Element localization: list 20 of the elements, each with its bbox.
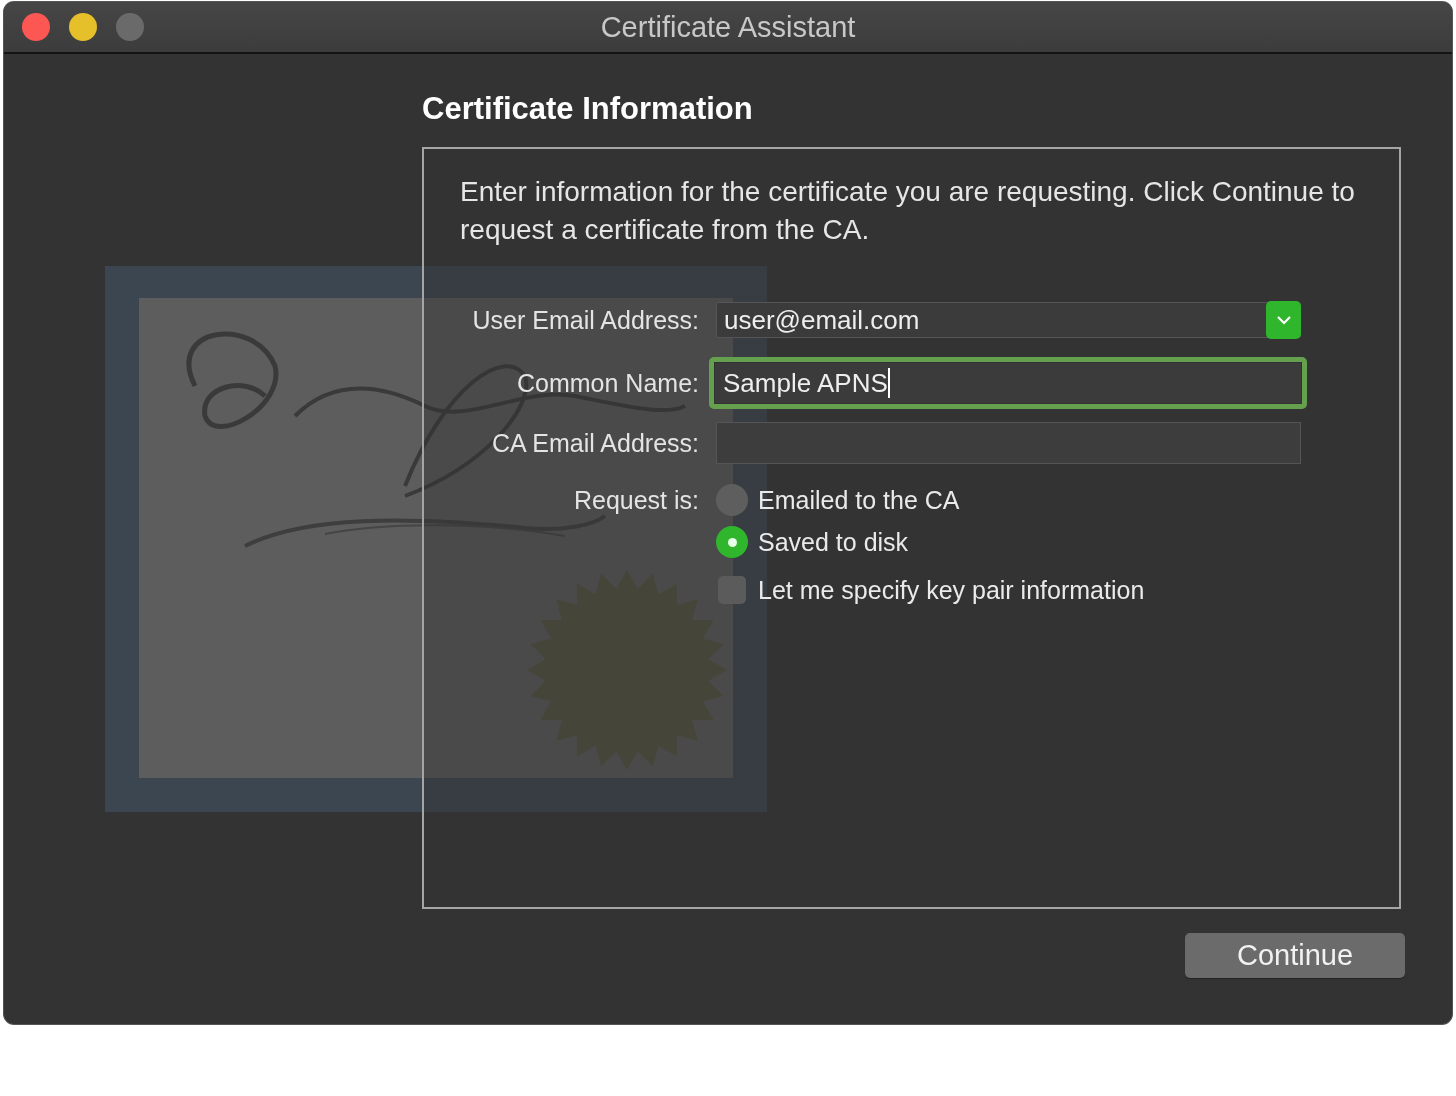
zoom-button[interactable] xyxy=(116,13,144,41)
continue-button[interactable]: Continue xyxy=(1185,933,1405,978)
field-label: CA Email Address: xyxy=(490,428,700,458)
checkbox-label[interactable]: Let me specify key pair information xyxy=(758,575,1145,605)
instructions-text: Enter information for the certificate you are requesting. Click Continue to request a certificate from the CA. xyxy=(460,175,1356,247)
dropdown-button[interactable] xyxy=(1266,301,1301,339)
window-title: Certificate Assistant xyxy=(600,10,856,44)
field-label: User Email Address: xyxy=(471,305,700,335)
checkbox[interactable] xyxy=(718,576,746,604)
chevron-down-icon xyxy=(1275,315,1292,325)
section-heading: Certificate Information xyxy=(422,90,754,128)
minimize-button[interactable] xyxy=(69,13,97,41)
radio-label[interactable]: Emailed to the CA xyxy=(758,485,960,515)
email-combo-box[interactable]: user@email.com xyxy=(716,302,1301,338)
radio-label[interactable]: Saved to disk xyxy=(758,527,909,557)
field-label: Request is: xyxy=(572,485,700,516)
text-field[interactable]: Sample APNS xyxy=(709,357,1307,409)
close-button[interactable] xyxy=(22,13,50,41)
text-field[interactable] xyxy=(716,422,1301,464)
field-label: Common Name: xyxy=(516,368,700,398)
